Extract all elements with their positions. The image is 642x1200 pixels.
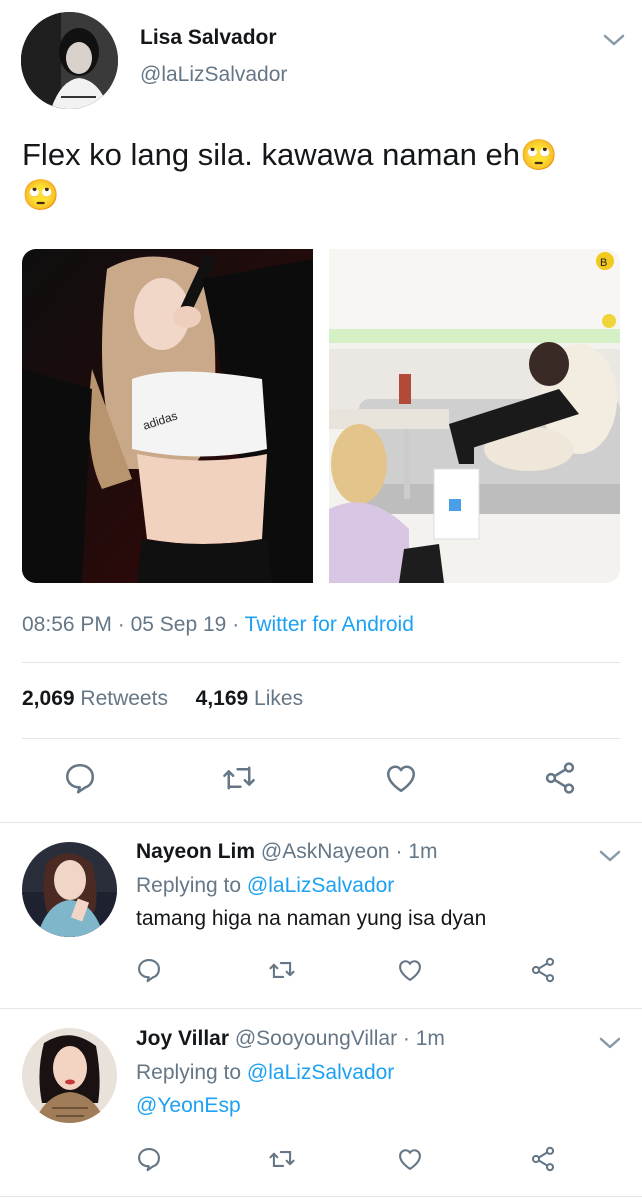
reply-1-header: Nayeon Lim @AskNayeon · 1m (136, 840, 437, 864)
retweet-icon[interactable] (220, 760, 258, 796)
main-tweet-text: Flex ko lang sila. kawawa naman eh (22, 137, 520, 172)
retweet-stat[interactable]: 2,069 Retweets (22, 687, 168, 710)
main-tweet-text-line: Flex ko lang sila. kawawa naman eh🙄 (22, 137, 557, 173)
share-icon[interactable] (542, 760, 578, 796)
main-author-avatar[interactable] (21, 12, 118, 109)
retweet-count: 2,069 (22, 687, 75, 710)
reply-icon[interactable] (62, 760, 98, 796)
reply-2-replying-to: Replying to @laLizSalvador (136, 1061, 394, 1085)
divider (22, 662, 620, 663)
reply-1-text: tamang higa na naman yung isa dyan (136, 907, 487, 930)
share-icon[interactable] (529, 1145, 557, 1173)
share-icon[interactable] (529, 956, 557, 984)
reply-icon[interactable] (135, 956, 163, 984)
heart-icon[interactable] (396, 956, 424, 984)
reply-2-mention-link[interactable]: @YeonEsp (136, 1094, 241, 1118)
reply-1-author-name[interactable]: Nayeon Lim (136, 840, 255, 863)
reply-2-header: Joy Villar @SooyoungVillar · 1m (136, 1027, 445, 1051)
reply-2-author-handle[interactable]: @SooyoungVillar (235, 1027, 397, 1050)
replying-to-handle-link[interactable]: @laLizSalvador (247, 1061, 394, 1084)
section-divider (0, 1196, 642, 1197)
retweet-label: Retweets (80, 687, 168, 710)
tweet-photo-2[interactable]: B (329, 249, 620, 583)
meta-separator: · (117, 613, 125, 636)
eye-roll-emoji: 🙄 (519, 139, 558, 172)
reply-2-author-name[interactable]: Joy Villar (136, 1027, 229, 1050)
heart-icon[interactable] (396, 1145, 424, 1173)
tweet-date: 05 Sep 19 (130, 613, 227, 636)
eye-roll-emoji-2: 🙄 (22, 179, 60, 212)
reply-1-author-handle[interactable]: @AskNayeon (261, 840, 390, 863)
like-label: Likes (254, 687, 304, 710)
main-author-handle[interactable]: @laLizSalvador (140, 63, 287, 87)
retweet-icon[interactable] (267, 956, 297, 984)
meta-separator: · (232, 613, 240, 636)
chevron-down-icon[interactable] (596, 1033, 624, 1053)
replying-to-handle-link[interactable]: @laLizSalvador (247, 874, 394, 897)
reply-2-avatar[interactable] (22, 1028, 117, 1123)
reply-1-time: · 1m (395, 840, 438, 863)
replying-to-label: Replying to (136, 874, 242, 897)
reply-2-time: · 1m (402, 1027, 445, 1050)
reply-icon[interactable] (135, 1145, 163, 1173)
retweet-icon[interactable] (267, 1145, 297, 1173)
chevron-down-icon[interactable] (600, 30, 628, 50)
tweet-meta: 08:56 PM · 05 Sep 19 · Twitter for Andro… (22, 613, 414, 637)
photo-badge-text: B (600, 257, 607, 269)
tweet-source-link[interactable]: Twitter for Android (245, 613, 414, 636)
heart-icon[interactable] (383, 760, 419, 796)
chevron-down-icon[interactable] (596, 846, 624, 866)
section-divider (0, 822, 642, 823)
tweet-stats: 2,069 Retweets 4,169 Likes (22, 687, 303, 711)
tweet-time: 08:56 PM (22, 613, 112, 636)
like-count: 4,169 (195, 687, 249, 710)
tweet-photo-1[interactable]: adidas (22, 249, 313, 583)
reply-1-avatar[interactable] (22, 842, 117, 937)
divider (22, 738, 620, 739)
section-divider (0, 1008, 642, 1009)
main-author-name[interactable]: Lisa Salvador (140, 26, 277, 50)
like-stat[interactable]: 4,169 Likes (196, 687, 303, 710)
replying-to-label: Replying to (136, 1061, 242, 1084)
reply-1-replying-to: Replying to @laLizSalvador (136, 874, 394, 898)
